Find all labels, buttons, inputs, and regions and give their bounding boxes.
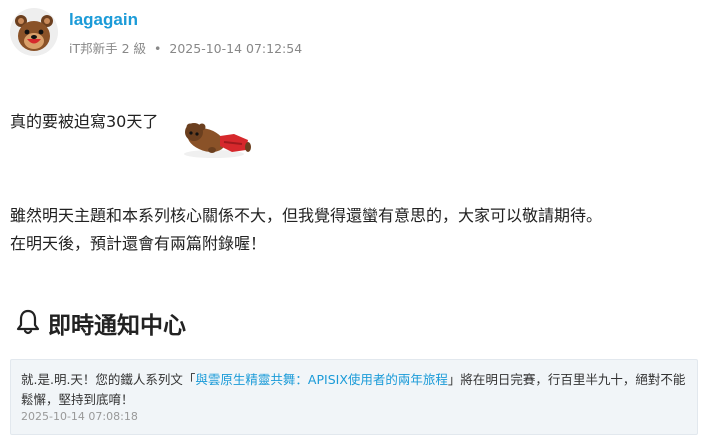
content-line-2: 雖然明天主題和本系列核心關係不大，但我覺得還蠻有意思的，大家可以敬請期待。 (10, 206, 603, 225)
bear-avatar-icon (10, 8, 58, 56)
notification-message: 就.是.明.天！您的鐵人系列文「與雲原生精靈共舞：APISIX使用者的兩年旅程」… (21, 370, 689, 410)
notification-timestamp: 2025-10-14 07:08:18 (21, 410, 138, 423)
meta-separator: • (154, 41, 162, 56)
notification-prefix: 就.是.明.天！您的鐵人系列文「 (21, 372, 196, 387)
avatar[interactable] (10, 8, 58, 56)
lying-bear-sticker-icon (184, 123, 251, 158)
notification-section-title: 即時通知中心 (48, 313, 186, 339)
content-line-3: 在明天後，預計還會有兩篇附錄喔！ (10, 234, 267, 253)
author-name-link[interactable]: lagagain (69, 10, 138, 30)
notification-card[interactable]: 就.是.明.天！您的鐵人系列文「與雲原生精靈共舞：APISIX使用者的兩年旅程」… (10, 359, 698, 435)
post-timestamp: 2025-10-14 07:12:54 (169, 41, 303, 56)
author-meta: iT邦新手 2 級 • 2025-10-14 07:12:54 (69, 38, 302, 57)
sticker-image (176, 84, 252, 162)
content-line-1: 真的要被迫寫30天了 (10, 112, 159, 131)
content-paragraph-2: 雖然明天主題和本系列核心關係不大，但我覺得還蠻有意思的，大家可以敬請期待。 在明… (10, 202, 602, 258)
bell-icon (16, 309, 40, 335)
author-rank: iT邦新手 2 級 (69, 41, 147, 56)
author-header: lagagain iT邦新手 2 級 • 2025-10-14 07:12:54 (8, 8, 698, 60)
series-link[interactable]: 與雲原生精靈共舞：APISIX使用者的兩年旅程 (195, 372, 447, 387)
